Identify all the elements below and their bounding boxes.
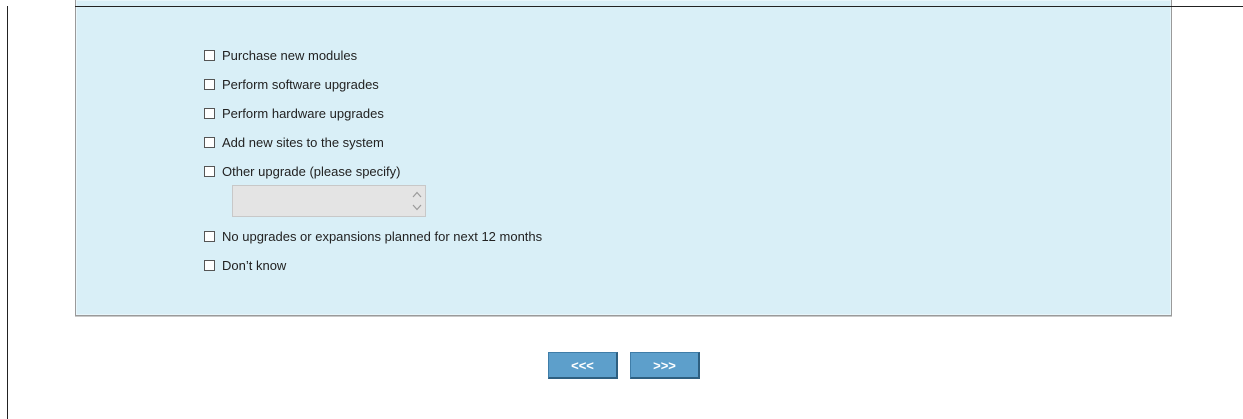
checkbox[interactable] (204, 136, 215, 148)
panel-border-top (75, 6, 1172, 7)
survey-page: Purchase new modules Perform software up… (0, 0, 1243, 419)
chevron-up-icon[interactable] (411, 188, 423, 201)
checkbox[interactable] (204, 165, 215, 177)
option-label: Perform software upgrades (222, 76, 379, 92)
option-label: Purchase new modules (222, 47, 358, 63)
option-no-upgrades[interactable]: No upgrades or expansions planned for ne… (204, 227, 542, 245)
option-software-upgrades[interactable]: Perform software upgrades (204, 75, 379, 93)
other-upgrade-textarea[interactable] (232, 185, 426, 217)
option-other-upgrade[interactable]: Other upgrade (please specify) (204, 162, 400, 180)
option-dont-know[interactable]: Don’t know (204, 256, 286, 274)
frame-border-left (7, 6, 8, 419)
back-button[interactable]: <<< (548, 352, 618, 379)
checkbox[interactable] (204, 230, 215, 242)
option-purchase-new-modules[interactable]: Purchase new modules (204, 46, 357, 64)
checkbox[interactable] (204, 78, 215, 90)
chevron-down-icon[interactable] (411, 201, 423, 214)
option-label: No upgrades or expansions planned for ne… (222, 228, 543, 244)
option-label: Add new sites to the system (222, 134, 384, 150)
frame-border-top (1172, 6, 1243, 7)
option-label: Don’t know (222, 257, 287, 273)
checkbox[interactable] (204, 107, 215, 119)
option-add-new-sites[interactable]: Add new sites to the system (204, 133, 384, 151)
checkbox[interactable] (204, 49, 215, 61)
option-label: Other upgrade (please specify) (222, 163, 401, 179)
next-button[interactable]: >>> (630, 352, 700, 379)
option-label: Perform hardware upgrades (222, 105, 384, 121)
option-hardware-upgrades[interactable]: Perform hardware upgrades (204, 104, 384, 122)
checkbox[interactable] (204, 259, 215, 271)
